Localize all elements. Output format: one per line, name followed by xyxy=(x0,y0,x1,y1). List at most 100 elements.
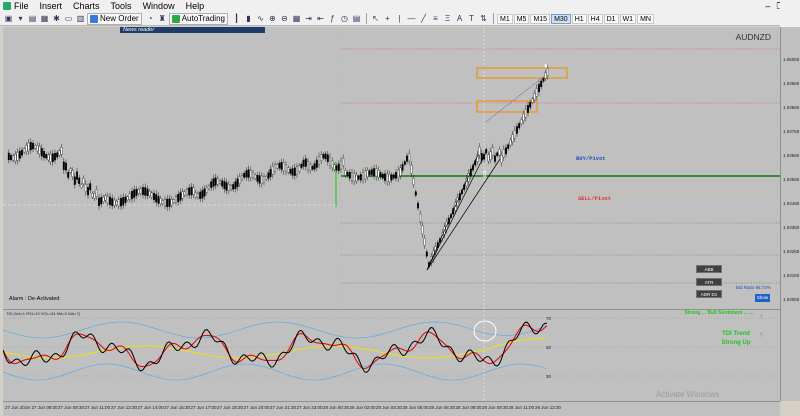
news-reader-bar[interactable]: News reader xyxy=(120,27,265,33)
time-tick-label: 28 Jun 00:30 xyxy=(323,405,350,410)
strategy-tester-icon[interactable]: ▥ xyxy=(75,13,86,24)
shift-icon[interactable]: ⇤ xyxy=(315,13,326,24)
candle xyxy=(263,176,265,183)
candle xyxy=(36,145,39,152)
tf-h4[interactable]: H4 xyxy=(587,13,603,24)
tf-h1[interactable]: H1 xyxy=(571,13,587,24)
auto-trading-button[interactable]: AutoTrading xyxy=(168,12,228,25)
vertical-line-icon[interactable]: | xyxy=(394,13,405,24)
trendline-icon[interactable]: ╱ xyxy=(418,13,429,24)
time-tick-label: 28 Jun 11:00 xyxy=(508,405,535,410)
price-chart[interactable]: ⇧ ▼ News reader AUDNZD BUY/Pivot SELL/Pi… xyxy=(3,27,780,309)
channel-icon[interactable]: ≡ xyxy=(430,13,441,24)
tf-m30[interactable]: M30 xyxy=(551,13,571,24)
windows-watermark: Activate Windows xyxy=(656,390,720,399)
candle xyxy=(496,152,499,157)
menu-insert[interactable]: Insert xyxy=(40,0,63,12)
profiles-icon[interactable]: ▾ xyxy=(15,13,26,24)
cursor-icon[interactable]: ↖ xyxy=(370,13,381,24)
candle xyxy=(175,196,177,203)
candle xyxy=(260,175,263,184)
candle xyxy=(346,171,349,176)
candle xyxy=(419,213,422,222)
show-button[interactable]: Show xyxy=(755,294,770,302)
arrows-icon[interactable]: ⇅ xyxy=(478,13,489,24)
trendline-2[interactable] xyxy=(426,151,487,271)
crosshair-icon[interactable]: + xyxy=(382,13,393,24)
market-watch-icon[interactable]: ▤ xyxy=(27,13,38,24)
tf-mn[interactable]: MN xyxy=(637,13,654,24)
menu-tools[interactable]: Tools xyxy=(111,0,132,12)
candle xyxy=(348,171,351,179)
candle xyxy=(509,139,512,146)
tdi-indicator-panel[interactable]: TDI (Vol=1 RSI=13 VOL=34 MA=2 MA=7) 70 5… xyxy=(3,309,780,401)
text-icon[interactable]: A xyxy=(454,13,465,24)
candle xyxy=(322,154,325,159)
horizontal-line-icon[interactable]: — xyxy=(406,13,417,24)
menu-help[interactable]: Help xyxy=(186,0,205,12)
trendline-1[interactable] xyxy=(426,154,479,271)
period-icon[interactable]: ◷ xyxy=(339,13,350,24)
new-chart-icon[interactable]: ▣ xyxy=(3,13,14,24)
price-chart-canvas[interactable]: ⇧ ▼ xyxy=(3,27,780,309)
zoom-out-icon[interactable]: ⊖ xyxy=(279,13,290,24)
experts-icon[interactable]: ♜ xyxy=(157,13,168,24)
terminal-icon[interactable]: ▭ xyxy=(63,13,74,24)
indicators-icon[interactable]: ƒ xyxy=(327,13,338,24)
candle xyxy=(417,202,419,209)
candle xyxy=(45,154,48,159)
navigator-icon[interactable]: ✱ xyxy=(51,13,62,24)
time-tick-label: 28 Jun 09:30 xyxy=(482,405,509,410)
candle xyxy=(252,172,254,178)
price-tick-label: 1.04060 xyxy=(783,297,800,302)
bar-chart-icon[interactable]: ┃ xyxy=(231,13,242,24)
candle xyxy=(533,93,536,100)
data-window-icon[interactable]: ▦ xyxy=(39,13,50,24)
candle xyxy=(234,181,237,189)
candle xyxy=(326,154,329,163)
candle xyxy=(126,196,129,201)
candle-chart-icon[interactable]: ▮ xyxy=(243,13,254,24)
abb-button[interactable]: ABB xyxy=(696,265,722,273)
sell-zone-box[interactable] xyxy=(476,67,568,79)
bull-sentiment-note: Strong ... Bull Sentiment ... ... xyxy=(684,310,754,316)
candle xyxy=(29,142,32,151)
tf-w1[interactable]: W1 xyxy=(619,13,637,24)
menu-window[interactable]: Window xyxy=(143,0,175,12)
atr-button[interactable]: ATR xyxy=(696,278,722,286)
candle xyxy=(172,199,175,203)
adr-d1-button[interactable]: ADR D1 xyxy=(696,290,722,298)
history-icon[interactable]: ◔ xyxy=(145,13,156,24)
candle xyxy=(399,167,402,176)
tf-m1[interactable]: M1 xyxy=(496,13,513,24)
time-axis[interactable]: 27 Jun 2019 27 Jun 08:00 27 Jun 09:30 27 Ju… xyxy=(3,401,780,416)
tf-m15[interactable]: M15 xyxy=(530,13,551,24)
scroll-icon[interactable]: ⇥ xyxy=(303,13,314,24)
fibo-icon[interactable]: Ξ xyxy=(442,13,453,24)
candle xyxy=(335,165,338,171)
templates-icon[interactable]: ▤ xyxy=(351,13,362,24)
candle xyxy=(542,78,545,82)
tf-m5[interactable]: M5 xyxy=(513,13,530,24)
menu-file[interactable]: File xyxy=(14,0,29,12)
tile-icon[interactable]: ▦ xyxy=(291,13,302,24)
candle xyxy=(384,173,386,181)
zoom-in-icon[interactable]: ⊕ xyxy=(267,13,278,24)
down-arrow-icon: ▼ xyxy=(543,64,549,70)
candle xyxy=(307,161,309,170)
candle xyxy=(241,175,243,180)
line-chart-icon[interactable]: ∿ xyxy=(255,13,266,24)
minimize-icon[interactable]: – xyxy=(765,0,770,12)
candle xyxy=(133,189,136,198)
new-order-button[interactable]: New Order xyxy=(87,12,142,25)
tdi-indicator-canvas[interactable] xyxy=(3,310,780,401)
candle xyxy=(21,149,23,156)
candle xyxy=(190,186,193,196)
label-icon[interactable]: T xyxy=(466,13,477,24)
toolbar-right-area xyxy=(780,0,800,27)
price-axis[interactable]: 1.05060 1.04960 1.04860 1.04760 1.04660 1.045… xyxy=(780,27,800,401)
candles-group[interactable] xyxy=(7,64,549,269)
tf-d1[interactable]: D1 xyxy=(603,13,619,24)
app-icon xyxy=(3,2,11,10)
menu-charts[interactable]: Charts xyxy=(73,0,100,12)
